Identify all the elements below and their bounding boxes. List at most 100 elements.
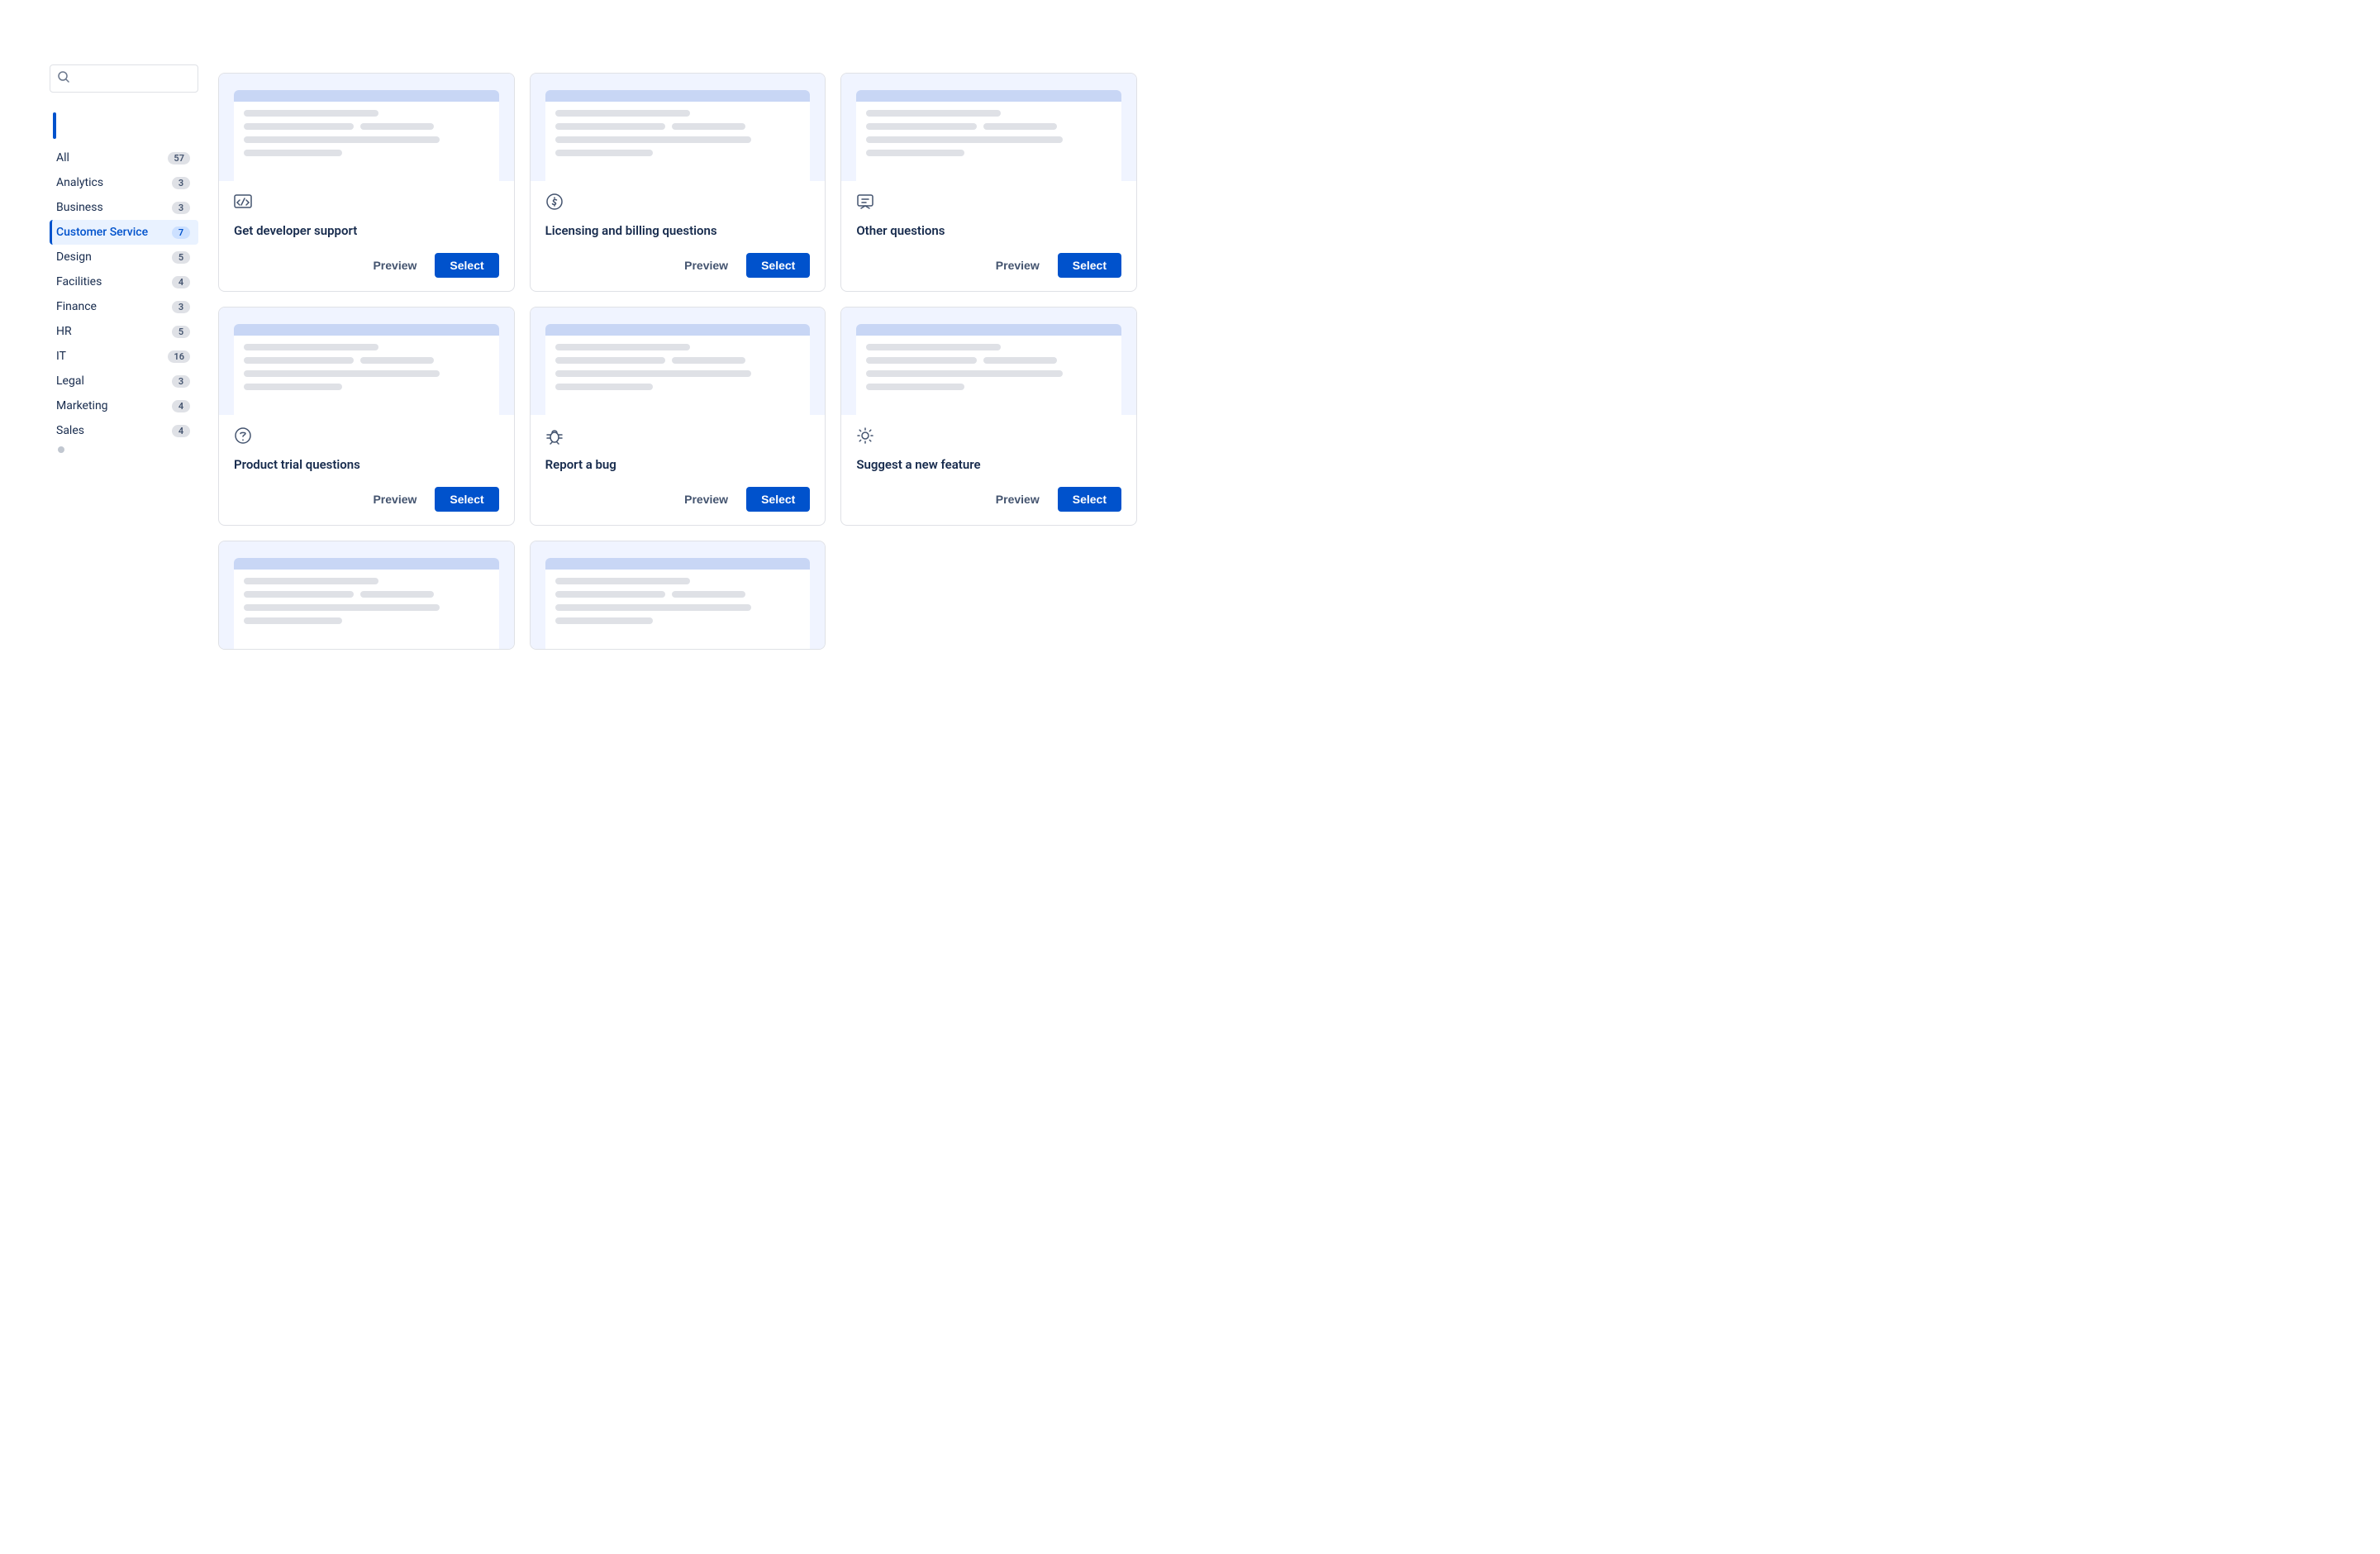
- sidebar-item-customer-service[interactable]: Customer Service 7: [50, 220, 198, 245]
- preview-topbar: [234, 90, 499, 102]
- card-get-developer-support: Get developer support Preview Select: [218, 73, 515, 292]
- mock-block: [244, 123, 354, 130]
- preview-content: [856, 336, 1121, 415]
- lightbulb-icon: [856, 427, 1121, 449]
- card-body: Suggest a new feature Preview Select: [841, 415, 1136, 525]
- card-actions: Preview Select: [545, 253, 811, 278]
- search-input[interactable]: [50, 64, 198, 93]
- preview-button[interactable]: Preview: [676, 254, 736, 277]
- mock-block: [555, 357, 666, 364]
- chat-icon: [856, 193, 1121, 215]
- preview-topbar: [234, 558, 499, 570]
- mock-line: [866, 344, 1001, 350]
- mock-row: [555, 591, 801, 598]
- select-button[interactable]: Select: [1058, 253, 1121, 278]
- nav-item-badge: 5: [172, 251, 190, 264]
- sidebar-item-analytics[interactable]: Analytics3: [50, 170, 198, 195]
- sidebar-item-finance[interactable]: Finance3: [50, 294, 198, 319]
- nav-item-label: Sales: [56, 424, 84, 437]
- mock-block: [672, 591, 745, 598]
- sidebar-item-facilities[interactable]: Facilities 4: [50, 269, 198, 294]
- nav-item-label: All: [56, 151, 69, 164]
- card-actions: Preview Select: [856, 253, 1121, 278]
- card-title: Report a bug: [545, 457, 811, 472]
- sidebar-item-it[interactable]: IT16: [50, 344, 198, 369]
- cards-grid: Get developer support Preview Select: [215, 64, 1140, 658]
- card-preview: [219, 307, 514, 415]
- nav-item-label: Design: [56, 250, 92, 264]
- search-box: [50, 64, 198, 93]
- card-card-7: [218, 541, 515, 650]
- preview-content: [234, 102, 499, 181]
- nav-item-badge: 4: [172, 425, 190, 437]
- mock-line: [555, 370, 751, 377]
- preview-button[interactable]: Preview: [364, 488, 425, 511]
- preview-topbar: [545, 558, 811, 570]
- nav-item-badge: 7: [172, 226, 190, 239]
- nav-item-badge: 3: [172, 375, 190, 388]
- card-preview: [841, 307, 1136, 415]
- mock-row: [866, 357, 1111, 364]
- sidebar-item-sales[interactable]: Sales 4: [50, 418, 198, 443]
- mock-row: [244, 357, 489, 364]
- preview-button[interactable]: Preview: [676, 488, 736, 511]
- card-preview: [531, 307, 826, 415]
- select-button[interactable]: Select: [746, 253, 810, 278]
- preview-topbar: [856, 324, 1121, 336]
- sidebar-item-design[interactable]: Design 5: [50, 245, 198, 269]
- sidebar: All57Analytics3Business3Customer Service…: [50, 64, 215, 658]
- mock-line: [244, 384, 342, 390]
- mock-line: [244, 150, 342, 156]
- sidebar-item-all[interactable]: All57: [50, 145, 198, 170]
- card-actions: Preview Select: [856, 487, 1121, 512]
- preview-button[interactable]: Preview: [988, 254, 1048, 277]
- mock-block: [244, 591, 354, 598]
- sidebar-item-marketing[interactable]: Marketing4: [50, 393, 198, 418]
- select-button[interactable]: Select: [435, 253, 498, 278]
- mock-block: [672, 357, 745, 364]
- select-button[interactable]: Select: [746, 487, 810, 512]
- card-title: Get developer support: [234, 223, 499, 238]
- mock-line: [555, 604, 751, 611]
- preview-topbar: [856, 90, 1121, 102]
- preview-button[interactable]: Preview: [988, 488, 1048, 511]
- mock-line: [244, 617, 342, 624]
- card-card-8: [530, 541, 826, 650]
- select-button[interactable]: Select: [435, 487, 498, 512]
- section-bar: [53, 112, 56, 139]
- nav-item-label: Customer Service: [56, 226, 148, 239]
- preview-content: [545, 570, 811, 649]
- dot-icon: [58, 446, 64, 453]
- nav-item-badge: 4: [172, 276, 190, 288]
- nav-item-badge: 4: [172, 400, 190, 412]
- search-icon: [58, 71, 69, 86]
- sidebar-item-hr[interactable]: HR5: [50, 319, 198, 344]
- headset-icon: [234, 427, 499, 449]
- nav-item-label: Legal: [56, 374, 84, 388]
- preview-topbar: [545, 324, 811, 336]
- nav-item-badge: 3: [172, 177, 190, 189]
- mock-line: [866, 384, 964, 390]
- preview-button[interactable]: Preview: [364, 254, 425, 277]
- sidebar-item-legal[interactable]: Legal 3: [50, 369, 198, 393]
- content-area: All57Analytics3Business3Customer Service…: [0, 64, 1190, 683]
- preview-content: [856, 102, 1121, 181]
- card-body: Report a bug Preview Select: [531, 415, 826, 525]
- card-body: Product trial questions Preview Select: [219, 415, 514, 525]
- card-preview: [531, 74, 826, 181]
- card-product-trial: Product trial questions Preview Select: [218, 307, 515, 526]
- mock-line: [866, 110, 1001, 117]
- nav-item-label: HR: [56, 325, 72, 338]
- card-suggest-feature: Suggest a new feature Preview Select: [840, 307, 1137, 526]
- section-header: [50, 112, 198, 139]
- sidebar-item-business[interactable]: Business3: [50, 195, 198, 220]
- card-actions: Preview Select: [234, 487, 499, 512]
- mock-row: [555, 123, 801, 130]
- nav-items-list: All57Analytics3Business3Customer Service…: [50, 145, 198, 443]
- preview-content: [234, 336, 499, 415]
- select-button[interactable]: Select: [1058, 487, 1121, 512]
- mock-row: [555, 357, 801, 364]
- nav-item-label: Facilities: [56, 275, 102, 288]
- card-title: Product trial questions: [234, 457, 499, 472]
- mock-line: [555, 617, 654, 624]
